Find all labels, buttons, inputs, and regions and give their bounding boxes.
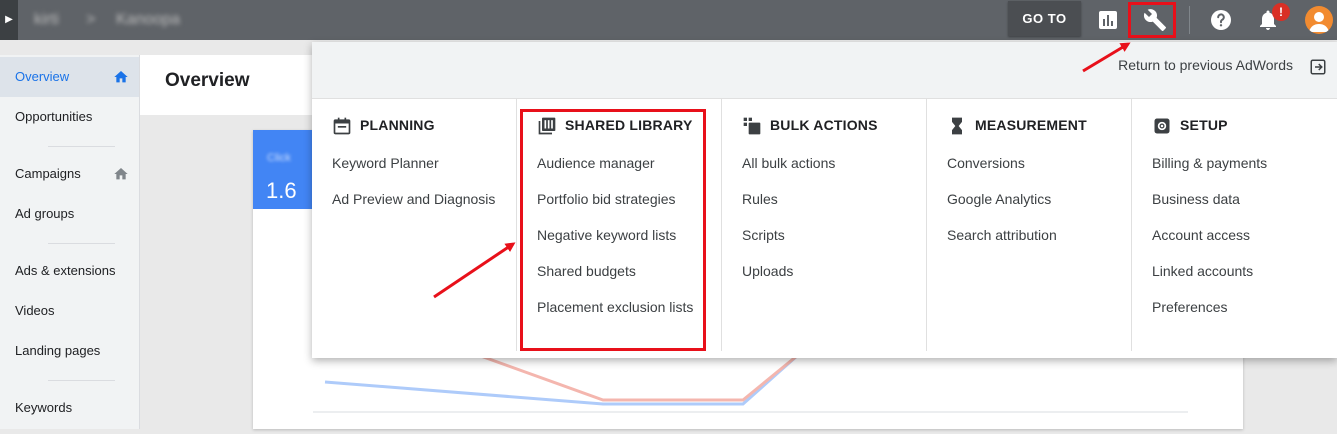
calendar-icon xyxy=(333,117,351,135)
sidebar-item-landing-pages[interactable]: Landing pages xyxy=(0,331,139,371)
menu-item-ad-preview[interactable]: Ad Preview and Diagnosis xyxy=(332,191,495,227)
planning-links: Keyword Planner Ad Preview and Diagnosis xyxy=(332,155,495,227)
metric-value: 1.6 xyxy=(266,178,297,203)
notification-badge: ! xyxy=(1272,3,1290,21)
bulk-actions-links: All bulk actions Rules Scripts Uploads xyxy=(742,155,835,299)
metric-label: Click xyxy=(267,152,291,164)
sidebar-item-label: Landing pages xyxy=(15,343,101,358)
reports-icon[interactable] xyxy=(1096,8,1120,32)
menu-item-conversions[interactable]: Conversions xyxy=(947,155,1057,191)
sidebar-item-label: Overview xyxy=(15,69,70,84)
column-title: BULK ACTIONS xyxy=(770,117,878,133)
sidebar-item-keywords[interactable]: Keywords xyxy=(0,388,139,428)
column-title: MEASUREMENT xyxy=(975,117,1087,133)
measurement-links: Conversions Google Analytics Search attr… xyxy=(947,155,1057,263)
nav-divider xyxy=(48,243,115,244)
sidebar-item-videos[interactable]: Videos xyxy=(0,291,139,331)
hourglass-icon xyxy=(952,117,962,135)
menu-item-uploads[interactable]: Uploads xyxy=(742,263,835,299)
return-to-previous-link[interactable]: Return to previous AdWords xyxy=(1118,57,1293,73)
menu-item-scripts[interactable]: Scripts xyxy=(742,227,835,263)
menu-item-rules[interactable]: Rules xyxy=(742,191,835,227)
menu-item-google-analytics[interactable]: Google Analytics xyxy=(947,191,1057,227)
sidebar-item-campaigns[interactable]: Campaigns xyxy=(0,154,139,194)
column-title: SETUP xyxy=(1180,117,1228,133)
wrench-highlight-box xyxy=(1128,2,1176,38)
menu-item-billing-payments[interactable]: Billing & payments xyxy=(1152,155,1267,191)
copy-icon xyxy=(743,117,761,135)
sidebar-item-label: Videos xyxy=(15,303,55,318)
menu-item-all-bulk-actions[interactable]: All bulk actions xyxy=(742,155,835,191)
bulk-actions-column: BULK ACTIONS All bulk actions Rules Scri… xyxy=(722,99,927,358)
gear-icon xyxy=(1154,118,1170,134)
sidebar-item-label: Ad groups xyxy=(15,206,75,221)
sidebar-item-label: Ads & extensions xyxy=(15,263,116,278)
nav-divider xyxy=(48,380,115,381)
home-icon xyxy=(114,71,128,83)
sidebar-item-ad-groups[interactable]: Ad groups xyxy=(0,194,139,234)
account-name[interactable]: kirti xyxy=(34,11,59,29)
top-bar: ▶ kirti > Kanoopa GO TO ! xyxy=(0,0,1337,40)
sidebar-item-label: Campaigns xyxy=(15,166,81,181)
page-title: Overview xyxy=(165,70,250,91)
home-icon xyxy=(114,168,128,180)
panel-top-bar: Return to previous AdWords xyxy=(312,42,1337,99)
sidebar-item-opportunities[interactable]: Opportunities xyxy=(0,97,139,137)
expand-nav-button[interactable]: ▶ xyxy=(0,0,18,40)
nav-divider xyxy=(48,146,115,147)
measurement-column: MEASUREMENT Conversions Google Analytics… xyxy=(927,99,1132,358)
sidebar-item-label: Keywords xyxy=(15,400,73,415)
column-title: PLANNING xyxy=(360,117,435,133)
shared-library-highlight-box xyxy=(520,109,706,351)
sub-account-name[interactable]: Kanoopa xyxy=(116,11,180,29)
planning-column: PLANNING Keyword Planner Ad Preview and … xyxy=(312,99,517,358)
left-navigation: Overview Opportunities Campaigns Ad grou… xyxy=(0,55,140,429)
menu-item-search-attribution[interactable]: Search attribution xyxy=(947,227,1057,263)
sidebar-item-label: Opportunities xyxy=(15,109,93,124)
sidebar-item-overview[interactable]: Overview xyxy=(0,57,139,97)
menu-item-preferences[interactable]: Preferences xyxy=(1152,299,1267,335)
setup-links: Billing & payments Business data Account… xyxy=(1152,155,1267,335)
tools-menu-panel: Return to previous AdWords PLANNING Keyw… xyxy=(312,42,1337,358)
goto-button[interactable]: GO TO xyxy=(1008,1,1081,36)
breadcrumb-separator: > xyxy=(86,11,96,28)
menu-item-business-data[interactable]: Business data xyxy=(1152,191,1267,227)
menu-item-linked-accounts[interactable]: Linked accounts xyxy=(1152,263,1267,299)
help-icon[interactable] xyxy=(1209,8,1233,32)
avatar-icon[interactable] xyxy=(1305,6,1333,34)
menu-item-keyword-planner[interactable]: Keyword Planner xyxy=(332,155,495,191)
setup-column: SETUP Billing & payments Business data A… xyxy=(1132,99,1337,358)
menu-item-account-access[interactable]: Account access xyxy=(1152,227,1267,263)
exit-icon[interactable] xyxy=(1309,58,1327,76)
sidebar-item-ads-extensions[interactable]: Ads & extensions xyxy=(0,251,139,291)
toolbar-divider xyxy=(1189,6,1190,34)
metric-tile[interactable]: Click 1.6 xyxy=(253,130,312,209)
